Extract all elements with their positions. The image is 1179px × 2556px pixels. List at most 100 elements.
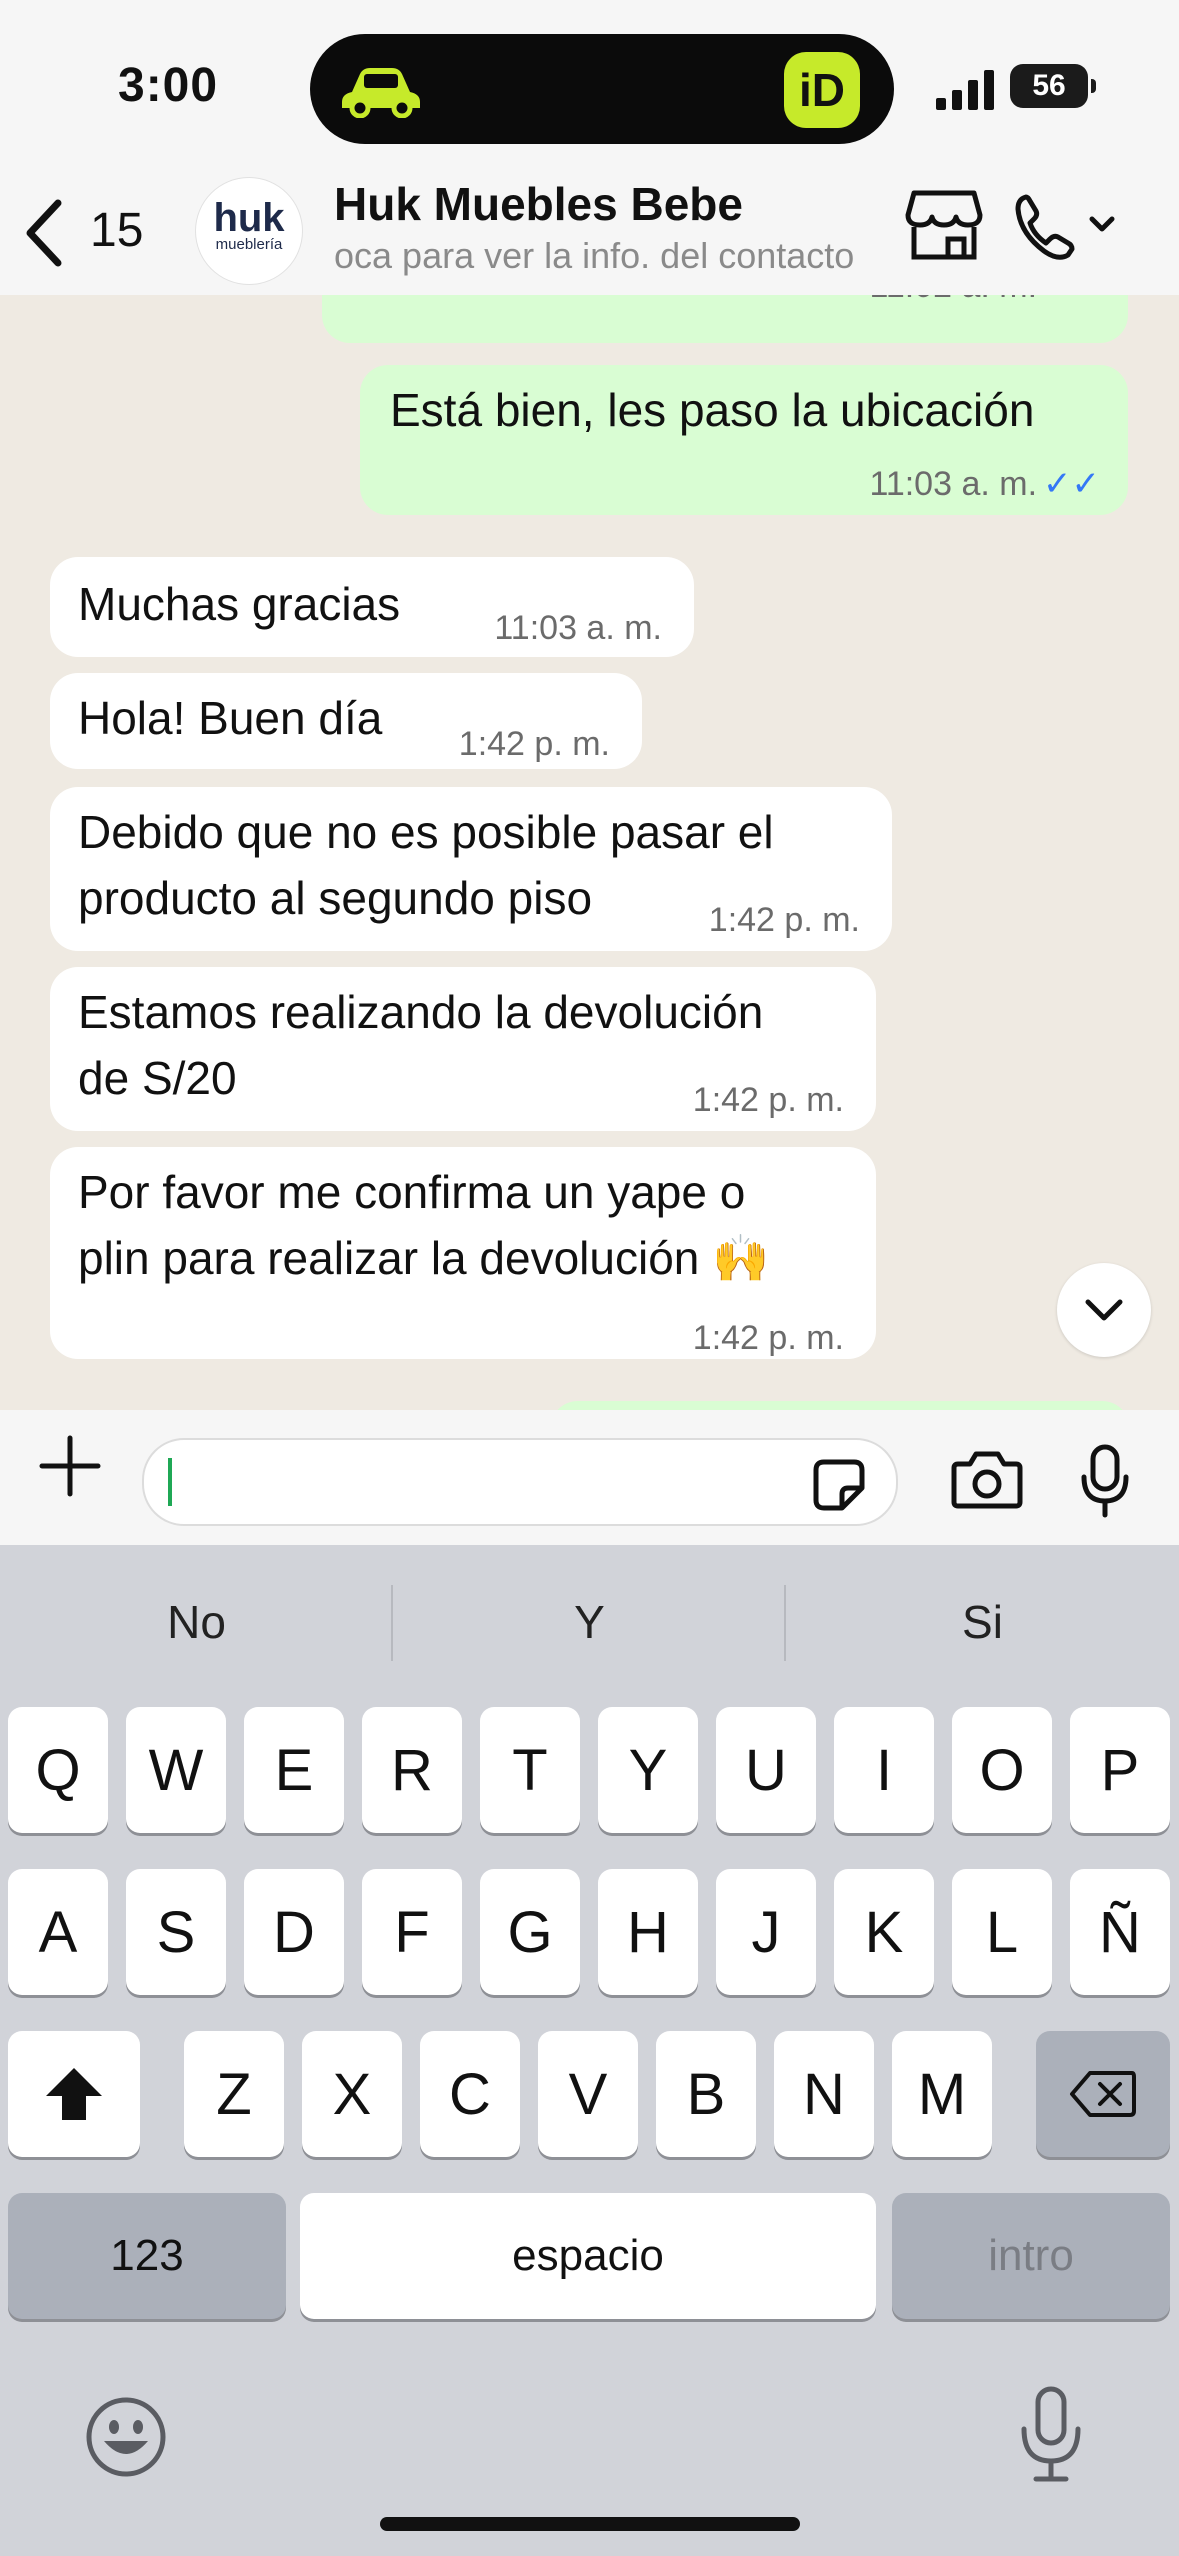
message-time: 11:03 a. m. bbox=[494, 609, 662, 647]
key[interactable]: U bbox=[716, 1707, 816, 1833]
shift-icon bbox=[46, 2068, 102, 2120]
signal-icon bbox=[936, 70, 994, 110]
mic-icon[interactable] bbox=[1080, 1443, 1130, 1519]
text-caret bbox=[168, 1458, 172, 1506]
chevron-down-icon bbox=[1085, 1299, 1123, 1321]
key[interactable]: W bbox=[126, 1707, 226, 1833]
key[interactable]: E bbox=[244, 1707, 344, 1833]
key[interactable]: V bbox=[538, 2031, 638, 2157]
unread-count[interactable]: 15 bbox=[90, 203, 143, 258]
scroll-to-bottom-button[interactable] bbox=[1057, 1263, 1151, 1357]
contact-subtitle[interactable]: oca para ver la info. del contacto bbox=[334, 235, 879, 277]
key[interactable]: Q bbox=[8, 1707, 108, 1833]
message-text: Por favor me confirma un yape o plin par… bbox=[78, 1159, 769, 1291]
key[interactable]: Ñ bbox=[1070, 1869, 1170, 1995]
key[interactable]: M bbox=[892, 2031, 992, 2157]
message-bubble-outgoing[interactable] bbox=[550, 1401, 1130, 1410]
key[interactable]: Z bbox=[184, 2031, 284, 2157]
message-bubble-outgoing[interactable]: Está bien, les paso la ubicación 11:03 a… bbox=[360, 365, 1128, 515]
read-ticks-icon: ✓✓ bbox=[1043, 295, 1100, 305]
chevron-down-icon bbox=[1089, 216, 1115, 232]
message-time: 11:02 a. m. bbox=[869, 295, 1037, 305]
sticker-icon[interactable] bbox=[812, 1458, 866, 1512]
key[interactable]: T bbox=[480, 1707, 580, 1833]
key[interactable]: D bbox=[244, 1869, 344, 1995]
emoji-icon[interactable] bbox=[84, 2395, 168, 2479]
message-bubble-incoming[interactable]: Muchas gracias 11:03 a. m. bbox=[50, 557, 694, 657]
message-text: Debido que no es posible pasar el produc… bbox=[78, 799, 774, 931]
camera-icon[interactable] bbox=[950, 1450, 1024, 1510]
message-list[interactable]: 11:02 a. m. ✓✓ Está bien, les paso la ubi… bbox=[0, 295, 1179, 1410]
status-bar: 3:00 iD 56 bbox=[0, 0, 1179, 175]
return-key[interactable]: intro bbox=[892, 2193, 1170, 2319]
suggestion-bar: No Y Si bbox=[0, 1545, 1179, 1705]
message-meta: 11:02 a. m. ✓✓ bbox=[869, 295, 1100, 319]
avatar[interactable]: huk mueblería bbox=[196, 178, 302, 284]
message-time: 1:42 p. m. bbox=[692, 1081, 844, 1119]
key[interactable]: G bbox=[480, 1869, 580, 1995]
delete-key[interactable] bbox=[1036, 2031, 1170, 2157]
message-bubble-outgoing[interactable]: 11:02 a. m. ✓✓ bbox=[322, 295, 1128, 343]
key[interactable]: N bbox=[774, 2031, 874, 2157]
suggestion-item[interactable]: Si bbox=[786, 1595, 1179, 1649]
key[interactable]: C bbox=[420, 2031, 520, 2157]
message-input[interactable] bbox=[142, 1438, 898, 1526]
message-line: de S/20 bbox=[78, 1052, 237, 1104]
avatar-logo-text: huk bbox=[213, 196, 285, 240]
message-line: plin para realizar la devolución 🙌 bbox=[78, 1232, 770, 1284]
contact-name[interactable]: Huk Muebles Bebe bbox=[334, 177, 743, 231]
dynamic-island[interactable]: iD bbox=[310, 34, 894, 144]
suggestion-item[interactable]: Y bbox=[393, 1595, 786, 1649]
key[interactable]: Y bbox=[598, 1707, 698, 1833]
key[interactable]: S bbox=[126, 1869, 226, 1995]
chat-header: 15 huk mueblería Huk Muebles Bebe oca pa… bbox=[0, 175, 1179, 295]
composer-bar bbox=[0, 1410, 1179, 1545]
key[interactable]: P bbox=[1070, 1707, 1170, 1833]
message-text: Hola! Buen día bbox=[78, 692, 383, 744]
key[interactable]: X bbox=[302, 2031, 402, 2157]
message-time: 1:42 p. m. bbox=[692, 1319, 844, 1357]
message-line: producto al segundo piso bbox=[78, 872, 593, 924]
id-app-icon: iD bbox=[784, 52, 860, 128]
message-bubble-incoming[interactable]: Estamos realizando la devolución de S/20… bbox=[50, 967, 876, 1131]
phone-icon[interactable] bbox=[1012, 189, 1122, 265]
message-time: 1:42 p. m. bbox=[458, 725, 610, 763]
battery-icon: 56 bbox=[1010, 64, 1096, 108]
back-chevron-icon[interactable] bbox=[20, 197, 68, 269]
key[interactable]: R bbox=[362, 1707, 462, 1833]
shift-key[interactable] bbox=[8, 2031, 140, 2157]
key[interactable]: H bbox=[598, 1869, 698, 1995]
message-line: Estamos realizando la devolución bbox=[78, 986, 764, 1038]
avatar-logo-subtext: mueblería bbox=[215, 236, 283, 253]
message-time: 11:03 a. m. bbox=[869, 465, 1038, 503]
numbers-key[interactable]: 123 bbox=[8, 2193, 286, 2319]
plus-icon[interactable] bbox=[38, 1434, 102, 1498]
message-text: Estamos realizando la devolución de S/20 bbox=[78, 979, 763, 1111]
key[interactable]: F bbox=[362, 1869, 462, 1995]
key[interactable]: I bbox=[834, 1707, 934, 1833]
status-time: 3:00 bbox=[118, 59, 219, 112]
message-text: Muchas gracias bbox=[78, 578, 401, 630]
suggestion-item[interactable]: No bbox=[0, 1595, 393, 1649]
keyboard: No Y Si Q W E R T Y U I O P A S D F G H … bbox=[0, 1545, 1179, 2556]
read-ticks-icon: ✓✓ bbox=[1043, 465, 1100, 503]
home-indicator[interactable] bbox=[380, 2517, 800, 2531]
message-line: Por favor me confirma un yape o bbox=[78, 1166, 746, 1218]
key[interactable]: A bbox=[8, 1869, 108, 1995]
dictation-icon[interactable] bbox=[1018, 2385, 1084, 2485]
car-icon bbox=[342, 68, 420, 118]
key[interactable]: K bbox=[834, 1869, 934, 1995]
message-bubble-incoming[interactable]: Por favor me confirma un yape o plin par… bbox=[50, 1147, 876, 1359]
message-meta: 11:03 a. m. ✓✓ bbox=[869, 451, 1100, 517]
message-line: Debido que no es posible pasar el bbox=[78, 806, 774, 858]
message-bubble-incoming[interactable]: Hola! Buen día 1:42 p. m. bbox=[50, 673, 642, 769]
key[interactable]: O bbox=[952, 1707, 1052, 1833]
message-bubble-incoming[interactable]: Debido que no es posible pasar el produc… bbox=[50, 787, 892, 951]
space-key[interactable]: espacio bbox=[300, 2193, 876, 2319]
key[interactable]: B bbox=[656, 2031, 756, 2157]
key[interactable]: L bbox=[952, 1869, 1052, 1995]
key[interactable]: J bbox=[716, 1869, 816, 1995]
delete-icon bbox=[1070, 2071, 1136, 2117]
store-icon[interactable] bbox=[904, 187, 984, 263]
message-text: Está bien, les paso la ubicación bbox=[390, 384, 1035, 436]
